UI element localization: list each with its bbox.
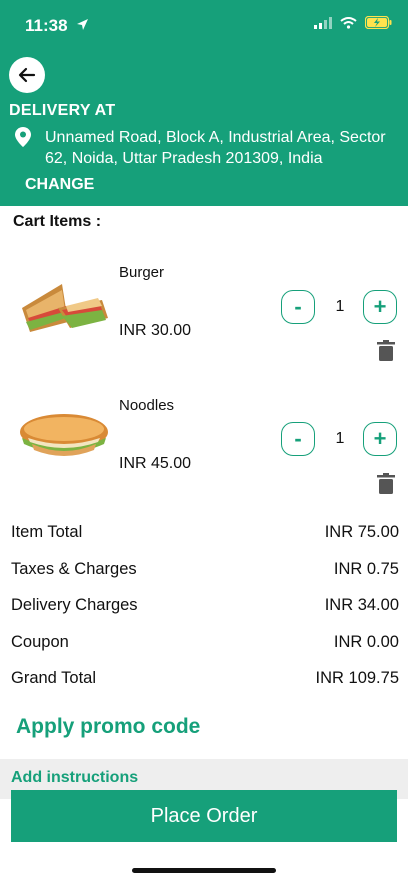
increase-quantity-button[interactable]: + bbox=[363, 422, 397, 456]
summary-row-coupon: Coupon INR 0.00 bbox=[11, 633, 399, 652]
trash-icon[interactable] bbox=[377, 340, 395, 361]
item-quantity: 1 bbox=[335, 298, 345, 315]
cellular-signal-icon bbox=[314, 16, 332, 29]
delivery-at-label: DELIVERY AT bbox=[9, 102, 116, 119]
home-indicator bbox=[132, 868, 276, 873]
apply-promo-code-link[interactable]: Apply promo code bbox=[16, 715, 200, 739]
burger-image bbox=[22, 284, 108, 332]
decrease-quantity-button[interactable]: - bbox=[281, 290, 315, 324]
place-order-button[interactable]: Place Order bbox=[11, 790, 397, 842]
summary-row-taxes: Taxes & Charges INR 0.75 bbox=[11, 560, 399, 579]
summary-value: INR 0.00 bbox=[333, 633, 399, 651]
delivery-address: Unnamed Road, Block A, Industrial Area, … bbox=[45, 129, 386, 167]
add-instructions-link[interactable]: Add instructions bbox=[11, 769, 138, 787]
arrow-left-icon bbox=[18, 67, 36, 83]
noodles-image bbox=[20, 414, 108, 456]
summary-value: INR 75.00 bbox=[324, 523, 399, 541]
summary-label: Item Total bbox=[11, 523, 83, 541]
summary-label: Grand Total bbox=[11, 669, 96, 687]
summary-label: Coupon bbox=[11, 633, 69, 651]
decrease-quantity-button[interactable]: - bbox=[281, 422, 315, 456]
summary-row-item-total: Item Total INR 75.00 bbox=[11, 523, 399, 542]
back-button[interactable] bbox=[9, 57, 45, 93]
status-bar-time: 11:38 bbox=[25, 16, 89, 36]
summary-row-delivery: Delivery Charges INR 34.00 bbox=[11, 596, 399, 615]
change-address-button[interactable]: CHANGE bbox=[25, 176, 94, 194]
item-quantity: 1 bbox=[335, 430, 345, 447]
delivery-header: 11:38 DELIVERY AT Unnamed Road, Block A,… bbox=[0, 0, 408, 206]
summary-value: INR 0.75 bbox=[333, 560, 399, 578]
item-name: Burger bbox=[119, 264, 165, 281]
summary-value: INR 34.00 bbox=[324, 596, 399, 614]
location-pin-icon bbox=[15, 127, 31, 147]
wifi-icon bbox=[340, 16, 357, 29]
summary-value: INR 109.75 bbox=[315, 669, 399, 687]
summary-row-grand-total: Grand Total INR 109.75 bbox=[11, 669, 399, 688]
item-price: INR 45.00 bbox=[119, 455, 192, 472]
trash-icon[interactable] bbox=[377, 473, 395, 494]
item-name: Noodles bbox=[119, 397, 175, 414]
location-arrow-icon bbox=[77, 19, 89, 30]
status-icons bbox=[314, 16, 392, 29]
time-text: 11:38 bbox=[25, 16, 68, 35]
battery-charging-icon bbox=[365, 16, 392, 29]
increase-quantity-button[interactable]: + bbox=[363, 290, 397, 324]
cart-items-title: Cart Items : bbox=[13, 213, 102, 230]
summary-label: Taxes & Charges bbox=[11, 560, 137, 578]
summary-label: Delivery Charges bbox=[11, 596, 138, 614]
item-price: INR 30.00 bbox=[119, 322, 192, 339]
